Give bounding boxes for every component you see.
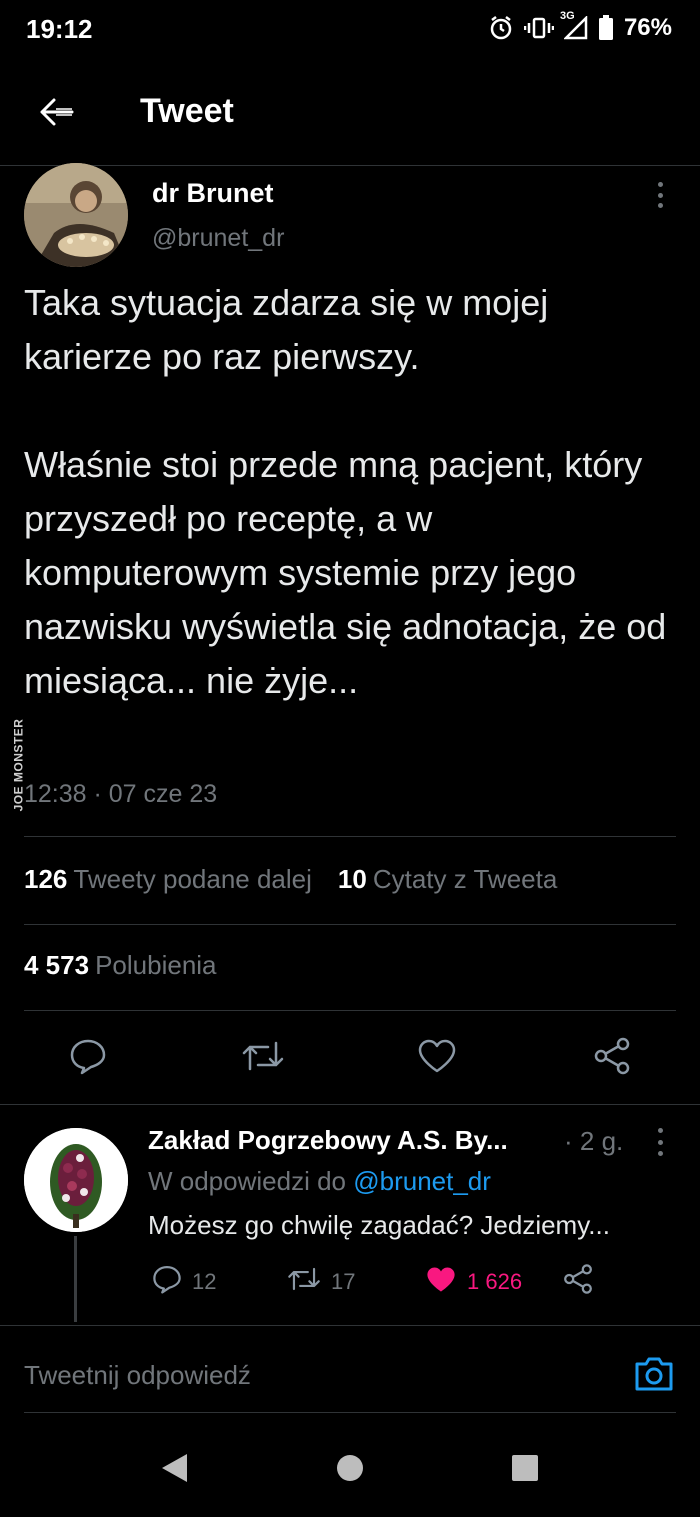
more-dot — [657, 1128, 663, 1133]
retweets-stat[interactable]: 126 Tweety podane dalej — [24, 864, 312, 895]
battery-icon — [598, 15, 614, 41]
avatar[interactable] — [24, 163, 128, 267]
more-dot — [657, 1151, 663, 1156]
reply-like-count: 1 626 — [467, 1269, 523, 1294]
alarm-icon — [488, 15, 514, 41]
quotes-stat[interactable]: 10 Cytaty z Tweeta — [338, 864, 557, 895]
nav-back-button[interactable] — [152, 1450, 196, 1490]
camera-icon — [633, 1355, 675, 1398]
header-divider — [0, 165, 700, 166]
nav-recents-button[interactable] — [503, 1450, 547, 1490]
retweet-icon — [241, 1037, 285, 1080]
reply-share-button[interactable] — [562, 1264, 594, 1300]
square-recents-icon — [510, 1453, 540, 1488]
retweets-count: 126 — [24, 864, 68, 894]
reply-text: Możesz go chwilę zagadać? Jedziemy... — [148, 1210, 610, 1240]
signal-icon: 3G — [560, 10, 588, 40]
quotes-count: 10 — [337, 864, 367, 894]
like-button[interactable] — [413, 1034, 461, 1082]
reply-avatar[interactable] — [24, 1128, 128, 1232]
reply-button[interactable] — [64, 1034, 112, 1082]
thread-line — [74, 1236, 77, 1322]
divider — [0, 1325, 700, 1326]
status-time: 19:12 — [26, 14, 93, 44]
reply-like-button[interactable]: 1 626 — [425, 1264, 522, 1300]
status-icons: 3G 76% — [488, 10, 672, 42]
page-title: Tweet — [140, 92, 234, 130]
more-dot — [657, 192, 663, 198]
stats-row: 126 Tweety podane dalej 10 Cytaty z Tweeta — [24, 864, 557, 895]
tweet-timestamp[interactable]: 12:38 · 07 cze 23 — [24, 780, 217, 809]
like-icon — [417, 1038, 457, 1079]
retweets-label: Tweety podane dalej — [73, 864, 312, 894]
reply-reply-count: 12 — [192, 1269, 217, 1294]
more-dot — [657, 182, 663, 187]
more-dot — [657, 203, 663, 208]
more-options-button[interactable] — [648, 180, 672, 210]
reply-icon — [152, 1264, 182, 1300]
vibrate-icon — [523, 15, 554, 41]
divider — [24, 924, 676, 925]
back-button[interactable] — [30, 88, 82, 140]
triangle-back-icon — [159, 1452, 189, 1489]
divider — [0, 1104, 700, 1105]
reply-context: W odpowiedzi do @brunet_dr — [148, 1166, 491, 1197]
arrow-left-icon — [38, 97, 74, 132]
likes-stat[interactable]: 4 573 Polubienia — [24, 950, 217, 981]
circle-home-icon — [335, 1453, 365, 1488]
retweet-icon — [287, 1264, 321, 1300]
heart-filled-icon — [425, 1265, 457, 1300]
watermark-text: JOE MONSTER — [11, 718, 26, 812]
likes-label: Polubienia — [95, 950, 217, 980]
reply-input[interactable]: Tweetnij odpowiedź — [24, 1360, 251, 1391]
reply-time: · 2 g. — [564, 1126, 624, 1156]
share-icon — [562, 1263, 594, 1301]
divider — [24, 1010, 676, 1011]
tweet-text: Taka sytuacja zdarza się w mojej karierz… — [24, 282, 667, 701]
share-icon — [592, 1036, 632, 1081]
reply-reply-button[interactable]: 12 — [152, 1264, 216, 1300]
reply-retweet-count: 17 — [331, 1269, 356, 1294]
reply-author-name[interactable]: Zakład Pogrzebowy A.S. By... — [148, 1125, 508, 1156]
nav-home-button[interactable] — [328, 1450, 372, 1490]
reply-context-mention[interactable]: @brunet_dr — [353, 1166, 491, 1196]
battery-percent: 76% — [623, 14, 672, 41]
network-type: 3G — [559, 10, 575, 22]
reply-more-button[interactable] — [648, 1128, 672, 1156]
camera-button[interactable] — [632, 1354, 676, 1398]
quotes-label: Cytaty z Tweeta — [372, 864, 558, 894]
author-name[interactable]: dr Brunet — [152, 178, 274, 209]
share-button[interactable] — [588, 1034, 636, 1082]
author-handle[interactable]: @brunet_dr — [152, 224, 284, 253]
likes-count: 4 573 — [24, 950, 90, 980]
reply-icon — [69, 1037, 107, 1080]
divider — [24, 1412, 676, 1413]
reply-context-prefix: W odpowiedzi do — [148, 1166, 346, 1196]
reply-retweet-button[interactable]: 17 — [287, 1264, 355, 1300]
divider — [24, 836, 676, 837]
more-dot — [657, 1139, 663, 1145]
retweet-button[interactable] — [239, 1034, 287, 1082]
